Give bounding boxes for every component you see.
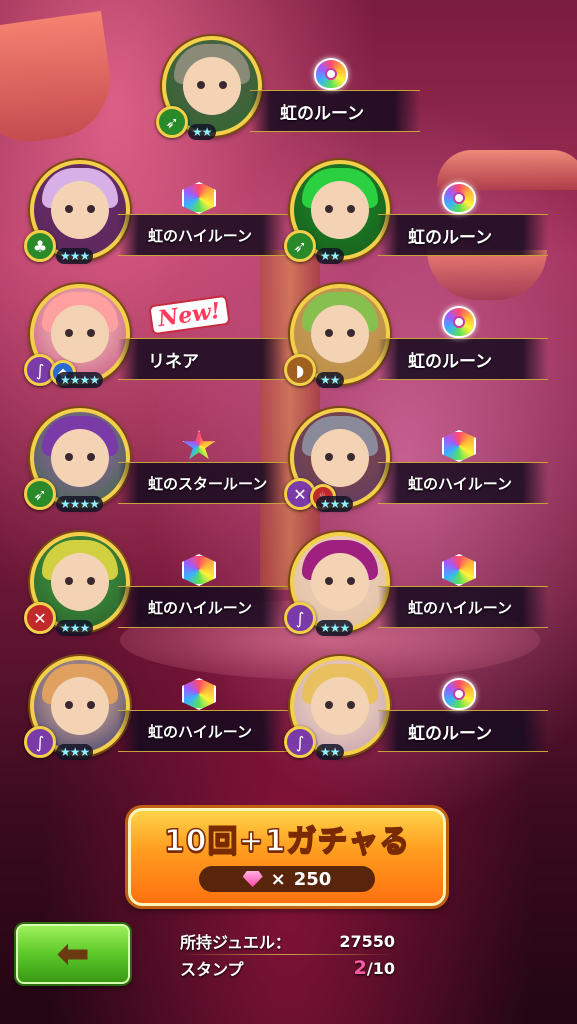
result-card[interactable]: ∫ ★★★ 虹のハイルーン bbox=[284, 532, 550, 660]
spear-weapon-icon: ➶ bbox=[284, 230, 316, 262]
back-arrow-icon: ⬅ bbox=[56, 931, 90, 977]
gacha-cost: × 250 bbox=[199, 866, 375, 892]
rarity-stars: ★★★ bbox=[56, 620, 94, 636]
rainbow-rune-icon bbox=[440, 304, 478, 340]
staff-weapon-icon: ∫ bbox=[24, 726, 56, 758]
result-name: 虹のルーン bbox=[378, 214, 548, 256]
rainbow-rune-icon bbox=[180, 552, 218, 588]
stamp-max: /10 bbox=[366, 959, 395, 978]
result-card[interactable]: ➶ ★★★★ 虹のスタールーン bbox=[24, 408, 290, 536]
rarity-stars: ★★★★ bbox=[56, 496, 104, 512]
tree-weapon-icon: ♣ bbox=[24, 230, 56, 262]
stamp-row: スタンプ 2/10 bbox=[180, 955, 395, 981]
portrait-face bbox=[51, 305, 109, 363]
rainbow-rune-icon bbox=[180, 428, 218, 464]
portrait-face bbox=[311, 677, 369, 735]
sword-weapon-icon: ✕ bbox=[24, 602, 56, 634]
rarity-stars: ★★ bbox=[316, 248, 344, 264]
portrait-face bbox=[51, 677, 109, 735]
gacha-10plus1-button[interactable]: 10回+1ガチャる × 250 bbox=[128, 808, 446, 906]
result-card[interactable]: ◗ ★★ 虹のルーン bbox=[284, 284, 550, 412]
result-name: 虹のハイルーン bbox=[118, 586, 288, 628]
spear-weapon-icon: ➶ bbox=[156, 106, 188, 138]
portrait-face bbox=[311, 305, 369, 363]
rune-gem bbox=[182, 430, 216, 460]
rainbow-rune-icon bbox=[440, 552, 478, 588]
rune-core bbox=[453, 192, 465, 204]
result-name: リネア bbox=[118, 338, 288, 380]
gacha-button-label: 10回+1ガチャる bbox=[163, 823, 411, 860]
jewel-icon bbox=[242, 871, 263, 887]
rune-gem bbox=[442, 678, 476, 710]
rune-core bbox=[453, 688, 465, 700]
rune-gem bbox=[182, 678, 216, 710]
rune-gem bbox=[182, 554, 216, 586]
portrait-face bbox=[311, 553, 369, 611]
result-card[interactable]: ✕ ★★★ 虹のハイルーン bbox=[24, 532, 290, 660]
rainbow-rune-icon bbox=[312, 56, 350, 92]
jewel-value: 27550 bbox=[339, 931, 395, 951]
bow-weapon-icon: ◗ bbox=[284, 354, 316, 386]
rainbow-rune-icon bbox=[180, 676, 218, 712]
portrait-face bbox=[51, 429, 109, 487]
rarity-stars: ★★ bbox=[188, 124, 216, 140]
portrait-face bbox=[183, 57, 241, 115]
rune-gem bbox=[182, 182, 216, 214]
result-card[interactable]: ∫ ★★★ 虹のハイルーン bbox=[24, 656, 290, 784]
rune-gem bbox=[314, 58, 348, 90]
jewel-label: 所持ジュエル： bbox=[180, 933, 291, 952]
rune-gem bbox=[442, 554, 476, 586]
staff-weapon-icon: ∫ bbox=[284, 726, 316, 758]
result-name: 虹のスタールーン bbox=[118, 462, 288, 504]
result-name: 虹のルーン bbox=[378, 710, 548, 752]
rainbow-rune-icon bbox=[440, 180, 478, 216]
stamp-count: 2/10 bbox=[354, 957, 395, 979]
portrait-face bbox=[51, 181, 109, 239]
rainbow-rune-icon bbox=[440, 428, 478, 464]
result-name: 虹のルーン bbox=[378, 338, 548, 380]
result-card[interactable]: ➶ ★★ 虹のルーン bbox=[284, 160, 550, 288]
result-name: 虹のハイルーン bbox=[118, 710, 288, 752]
stamp-current: 2 bbox=[353, 957, 367, 979]
rune-gem bbox=[442, 306, 476, 338]
result-card[interactable]: ∫ ★★ 虹のルーン bbox=[284, 656, 550, 784]
staff-weapon-icon: ∫ bbox=[284, 602, 316, 634]
stamp-label: スタンプ bbox=[180, 960, 244, 979]
cost-value: 250 bbox=[293, 868, 332, 890]
result-card[interactable]: ➶ ★★ 虹のルーン bbox=[156, 36, 422, 164]
rainbow-rune-icon bbox=[180, 180, 218, 216]
rune-gem bbox=[442, 182, 476, 214]
rarity-stars: ★★ bbox=[316, 744, 344, 760]
back-button[interactable]: ⬅ bbox=[16, 924, 130, 984]
cost-symbol: × bbox=[270, 868, 286, 890]
result-name: 虹のハイルーン bbox=[378, 462, 548, 504]
rarity-stars: ★★★ bbox=[316, 620, 354, 636]
rarity-stars: ★★ bbox=[316, 372, 344, 388]
portrait-face bbox=[311, 429, 369, 487]
portrait-face bbox=[311, 181, 369, 239]
result-card[interactable]: ♣ ★★★ 虹のハイルーン bbox=[24, 160, 290, 288]
result-card[interactable]: ✕♨★★★虹のハイルーン bbox=[284, 408, 550, 536]
result-card[interactable]: ∫◆★★★★リネアNew! bbox=[24, 284, 290, 412]
rune-core bbox=[453, 316, 465, 328]
jewel-row: 所持ジュエル： 27550 bbox=[180, 928, 395, 954]
rarity-stars: ★★★★ bbox=[56, 372, 104, 388]
new-badge: New! bbox=[148, 294, 231, 336]
rarity-stars: ★★★ bbox=[56, 744, 94, 760]
rune-gem bbox=[442, 430, 476, 462]
result-name: 虹のルーン bbox=[250, 90, 420, 132]
result-name: 虹のハイルーン bbox=[378, 586, 548, 628]
background-lamp bbox=[0, 10, 118, 150]
rainbow-rune-icon bbox=[440, 676, 478, 712]
rarity-stars: ★★★ bbox=[316, 496, 354, 512]
rarity-stars: ★★★ bbox=[56, 248, 94, 264]
rune-core bbox=[325, 68, 337, 80]
spear-weapon-icon: ➶ bbox=[24, 478, 56, 510]
result-name: 虹のハイルーン bbox=[118, 214, 288, 256]
player-info: 所持ジュエル： 27550 スタンプ 2/10 bbox=[180, 928, 395, 981]
portrait-face bbox=[51, 553, 109, 611]
